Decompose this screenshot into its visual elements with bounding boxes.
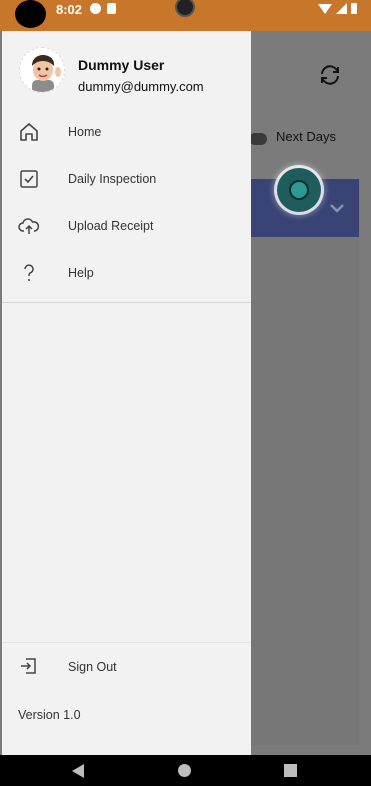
status-bar: 8:02 bbox=[0, 0, 371, 31]
menu-item-label: Daily Inspection bbox=[68, 172, 157, 186]
recent-apps-icon[interactable] bbox=[284, 764, 297, 777]
menu-item-home[interactable]: Home bbox=[2, 109, 251, 156]
menu-item-label: Help bbox=[68, 266, 94, 280]
navigation-drawer: Dummy User dummy@dummy.com Home Daily In… bbox=[2, 31, 251, 755]
signal-icon bbox=[336, 3, 347, 14]
chevron-down-icon[interactable] bbox=[329, 203, 345, 213]
menu-item-help[interactable]: Help bbox=[2, 250, 251, 297]
back-icon[interactable] bbox=[72, 764, 84, 778]
sign-out-icon bbox=[21, 658, 36, 674]
system-icons bbox=[318, 3, 357, 14]
content-area bbox=[251, 237, 359, 745]
user-name: Dummy User bbox=[78, 57, 165, 73]
user-avatar-icon bbox=[32, 55, 61, 92]
system-nav-bar bbox=[0, 755, 371, 786]
home-icon bbox=[20, 123, 38, 141]
menu-item-label: Upload Receipt bbox=[68, 219, 154, 233]
avatar bbox=[19, 47, 65, 93]
help-icon bbox=[24, 264, 34, 281]
divider bbox=[2, 642, 251, 643]
menu-item-upload-receipt[interactable]: Upload Receipt bbox=[2, 203, 251, 250]
notification-app-icon bbox=[90, 3, 101, 14]
drawer-header: Dummy User dummy@dummy.com bbox=[2, 31, 251, 103]
sd-card-icon bbox=[107, 3, 116, 14]
checkbox-icon bbox=[20, 170, 38, 188]
notification-icons bbox=[90, 3, 116, 14]
fab-inner-circle bbox=[289, 180, 309, 200]
front-camera bbox=[175, 0, 195, 17]
camera-cutout bbox=[15, 0, 46, 28]
divider bbox=[2, 302, 251, 303]
drawer-menu: Home Daily Inspection Upload Receipt Hel… bbox=[2, 109, 251, 297]
sign-out-button[interactable]: Sign Out bbox=[2, 645, 251, 689]
status-time: 8:02 bbox=[56, 2, 83, 17]
app-screen: 8:02 Next Days Dummy User dummy@dummy.co… bbox=[0, 0, 371, 786]
next-days-toggle[interactable] bbox=[249, 133, 267, 145]
home-nav-icon[interactable] bbox=[178, 764, 191, 777]
menu-item-daily-inspection[interactable]: Daily Inspection bbox=[2, 156, 251, 203]
user-email: dummy@dummy.com bbox=[78, 79, 204, 94]
cloud-upload-icon bbox=[18, 218, 40, 234]
wifi-icon bbox=[318, 3, 332, 14]
floating-action-button[interactable] bbox=[277, 168, 321, 212]
battery-icon bbox=[351, 3, 357, 14]
app-version: Version 1.0 bbox=[18, 708, 81, 722]
menu-item-label: Home bbox=[68, 125, 102, 139]
refresh-icon[interactable] bbox=[318, 63, 342, 87]
sign-out-label: Sign Out bbox=[68, 660, 117, 674]
next-days-label: Next Days bbox=[276, 129, 336, 144]
